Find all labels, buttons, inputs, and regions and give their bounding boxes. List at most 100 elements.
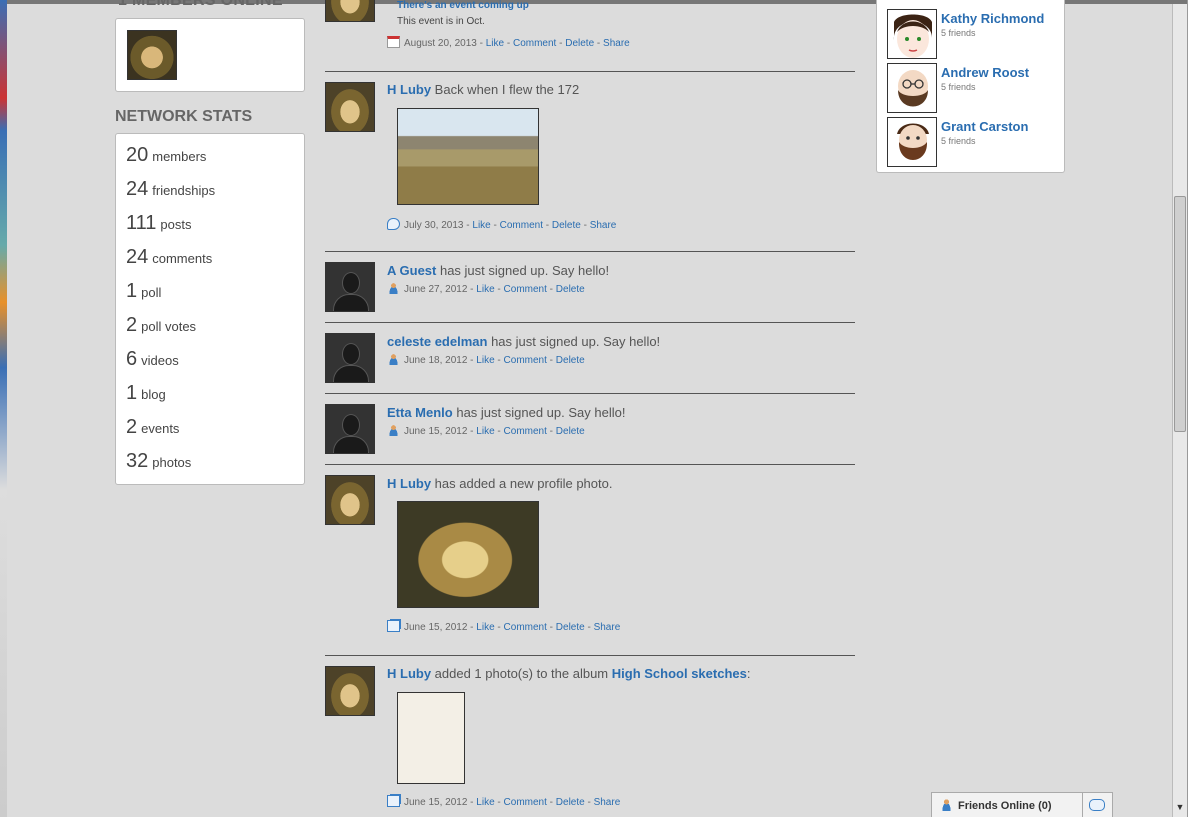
stat-photos: 32 photos — [126, 450, 192, 472]
friends-online-chatbar[interactable]: Friends Online (0) — [931, 792, 1113, 817]
signup-meta: June 15, 2012 - Like - Comment - Delete — [387, 424, 585, 437]
friends-online-label[interactable]: Friends Online (0) — [958, 800, 1052, 812]
feed-divider — [325, 251, 855, 252]
friend-avatar[interactable] — [887, 63, 937, 113]
feed-divider — [325, 464, 855, 465]
event-meta: August 20, 2013 - Like - Comment - Delet… — [387, 36, 630, 49]
event-title-link[interactable]: There's an event coming up — [397, 0, 529, 11]
feed-item-profile-photo: H Luby has added a new profile photo. Ju… — [325, 475, 855, 640]
feed-item-album: H Luby added 1 photo(s) to the album Hig… — [325, 666, 855, 816]
stat-members: 20 members — [126, 144, 207, 166]
friend-avatar[interactable] — [887, 9, 937, 59]
friends-box: Kathy Richmond 5 friends Andrew Roost 5 … — [876, 0, 1065, 173]
share-link[interactable]: Share — [590, 220, 617, 231]
h-luby-avatar[interactable] — [325, 82, 375, 132]
share-link[interactable]: Share — [594, 797, 621, 808]
like-link[interactable]: Like — [476, 355, 494, 366]
guest-avatar[interactable] — [325, 333, 375, 383]
stat-posts: 111 posts — [126, 212, 192, 234]
stat-events: 2 events — [126, 416, 180, 438]
delete-link[interactable]: Delete — [556, 426, 585, 437]
friend-kathy-richmond[interactable]: Kathy Richmond 5 friends — [887, 9, 1057, 59]
online-member-avatar[interactable] — [127, 30, 177, 80]
stat-comments: 24 comments — [126, 246, 213, 268]
user-icon — [387, 424, 400, 436]
desktop-edge — [0, 0, 7, 817]
comment-link[interactable]: Comment — [504, 284, 547, 295]
like-link[interactable]: Like — [476, 284, 494, 295]
stat-poll-votes: 2 poll votes — [126, 314, 197, 336]
album-meta: June 15, 2012 - Like - Comment - Delete … — [387, 795, 620, 808]
comment-link[interactable]: Comment — [504, 797, 547, 808]
like-link[interactable]: Like — [476, 426, 494, 437]
user-link[interactable]: H Luby — [387, 666, 431, 681]
members-online-box — [115, 18, 305, 92]
user-link[interactable]: Etta Menlo — [387, 405, 453, 420]
delete-link[interactable]: Delete — [565, 38, 594, 49]
feed-item-signup: A Guest has just signed up. Say hello! J… — [325, 262, 855, 314]
feed-divider — [325, 322, 855, 323]
network-stats-title: NETWORK STATS — [115, 108, 253, 125]
stat-friendships: 24 friendships — [126, 178, 216, 200]
user-link[interactable]: celeste edelman — [387, 334, 487, 349]
signup-meta: June 18, 2012 - Like - Comment - Delete — [387, 353, 585, 366]
photo-meta: June 15, 2012 - Like - Comment - Delete … — [387, 620, 620, 633]
share-link[interactable]: Share — [594, 622, 621, 633]
chat-bubble-icon[interactable] — [1089, 799, 1105, 811]
friend-grant-carston[interactable]: Grant Carston 5 friends — [887, 117, 1057, 167]
calendar-icon — [387, 36, 400, 48]
background-window — [1187, 0, 1202, 817]
share-link[interactable]: Share — [603, 38, 630, 49]
event-avatar[interactable] — [325, 0, 375, 22]
friend-avatar[interactable] — [887, 117, 937, 167]
photos-icon — [387, 620, 400, 632]
stat-videos: 6 videos — [126, 348, 179, 370]
like-link[interactable]: Like — [476, 797, 494, 808]
delete-link[interactable]: Delete — [556, 797, 585, 808]
user-icon — [387, 353, 400, 365]
delete-link[interactable]: Delete — [556, 622, 585, 633]
stat-poll: 1 poll — [126, 280, 162, 302]
members-online-title: 1 MEMBERS ONLINE — [118, 0, 283, 9]
airplane-photo[interactable] — [397, 108, 539, 205]
scrollbar-thumb[interactable] — [1174, 196, 1186, 432]
h-luby-avatar[interactable] — [325, 666, 375, 716]
post-meta: July 30, 2013 - Like - Comment - Delete … — [387, 218, 616, 231]
comment-link[interactable]: Comment — [500, 220, 543, 231]
feed-divider — [325, 655, 855, 656]
comment-link[interactable]: Comment — [513, 38, 556, 49]
feed-item-signup: celeste edelman has just signed up. Say … — [325, 333, 855, 385]
scroll-down-arrow[interactable]: ▼ — [1174, 800, 1186, 814]
h-luby-avatar[interactable] — [325, 475, 375, 525]
feed-item-post: H Luby Back when I flew the 172 July 30,… — [325, 82, 855, 242]
feed-divider — [325, 71, 855, 72]
feed-item-signup: Etta Menlo has just signed up. Say hello… — [325, 404, 855, 456]
event-description: This event is in Oct. — [397, 16, 485, 27]
network-stats-box: 20 members 24 friendships 111 posts 24 comme… — [115, 133, 305, 485]
feed-divider — [325, 393, 855, 394]
guest-avatar[interactable] — [325, 404, 375, 454]
like-link[interactable]: Like — [476, 622, 494, 633]
like-link[interactable]: Like — [486, 38, 504, 49]
user-icon — [940, 798, 953, 811]
guest-avatar[interactable] — [325, 262, 375, 312]
profile-photo[interactable] — [397, 501, 539, 608]
delete-link[interactable]: Delete — [556, 355, 585, 366]
user-icon — [387, 282, 400, 294]
user-link[interactable]: H Luby — [387, 476, 431, 491]
comment-link[interactable]: Comment — [504, 426, 547, 437]
delete-link[interactable]: Delete — [552, 220, 581, 231]
comment-link[interactable]: Comment — [504, 622, 547, 633]
sketch-photo[interactable] — [397, 692, 465, 784]
stat-blog: 1 blog — [126, 382, 166, 404]
friend-andrew-roost[interactable]: Andrew Roost 5 friends — [887, 63, 1057, 113]
album-link[interactable]: High School sketches — [612, 666, 747, 681]
user-link[interactable]: A Guest — [387, 263, 436, 278]
user-link[interactable]: H Luby — [387, 82, 431, 97]
comment-link[interactable]: Comment — [504, 355, 547, 366]
signup-meta: June 27, 2012 - Like - Comment - Delete — [387, 282, 585, 295]
feed-item-event: There's an event coming up This event is… — [325, 0, 855, 70]
photos-icon — [387, 795, 400, 807]
delete-link[interactable]: Delete — [556, 284, 585, 295]
like-link[interactable]: Like — [472, 220, 490, 231]
